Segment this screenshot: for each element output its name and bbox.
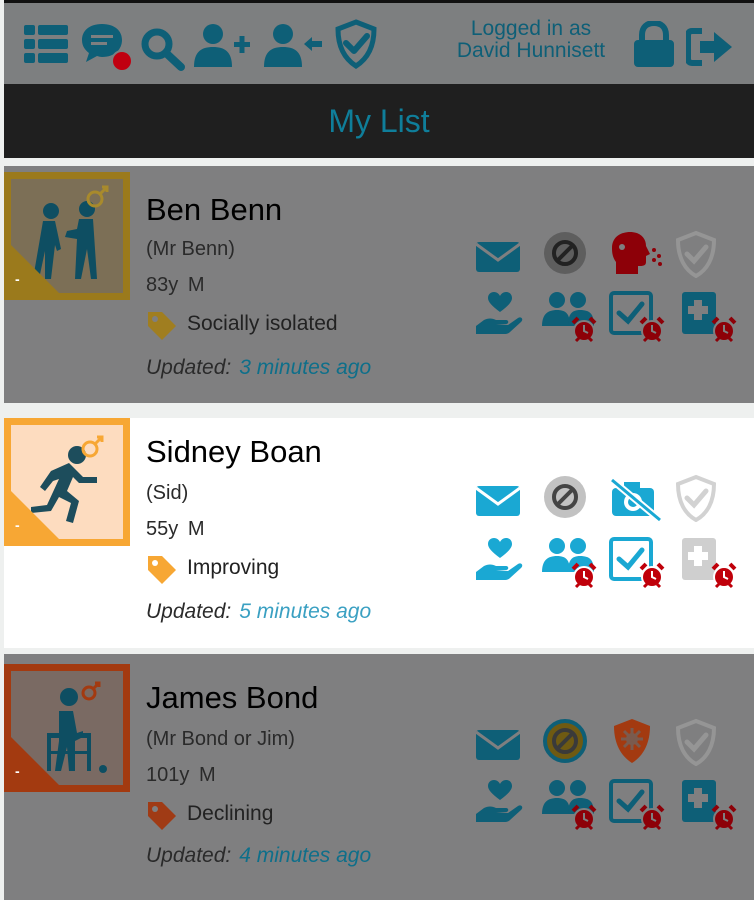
chat-icon[interactable] [80, 21, 136, 80]
patient-nickname: (Sid) [146, 482, 189, 504]
list-icon[interactable] [24, 25, 68, 68]
lock-icon[interactable] [632, 19, 676, 74]
status-label: Declining [187, 802, 274, 825]
updated-label: Updated: [146, 844, 232, 867]
patient-age: 83y [146, 274, 179, 296]
patient-card[interactable]: - Sidney Boan (Sid) 55y M Improving Upda… [4, 418, 754, 648]
patient-card[interactable]: - James Bond (Mr Bond or Jim) 101y M Dec… [4, 654, 754, 900]
message-icon[interactable] [474, 236, 526, 288]
patient-status: Declining [146, 800, 273, 838]
patient-age-sex: 83y M [146, 274, 204, 297]
avatar-minus: - [15, 271, 20, 287]
patient-avatar[interactable]: - [4, 418, 130, 546]
patient-age: 101y [146, 764, 190, 786]
alarm-clock-icon [638, 316, 666, 349]
patient-age-sex: 101y M [146, 764, 216, 787]
alarm-clock-icon [638, 804, 666, 837]
updated-label: Updated: [146, 356, 232, 379]
message-icon[interactable] [474, 480, 526, 532]
shield-check-grey-icon[interactable] [674, 718, 726, 770]
care-icon[interactable] [474, 778, 526, 830]
avatar-minus: - [15, 517, 20, 533]
patient-sex: M [187, 518, 205, 540]
tag-icon [148, 556, 176, 584]
alarm-clock-icon [570, 804, 598, 837]
patient-name[interactable]: Ben Benn [146, 192, 282, 228]
updated-label: Updated: [146, 600, 232, 623]
page-header: My List [4, 84, 754, 158]
notification-dot [111, 50, 133, 72]
infection-shield-icon[interactable] [610, 716, 662, 768]
logged-in-label: Logged in as David Hunnisett [436, 18, 626, 62]
updated-line: Updated: 3 minutes ago [146, 356, 371, 380]
avatar-minus: - [15, 763, 20, 779]
status-label: Socially isolated [187, 312, 338, 335]
tag-icon [148, 802, 176, 830]
no-camera-icon[interactable] [608, 476, 663, 528]
patient-card[interactable]: - Ben Benn (Mr Benn) 83y M Socially isol… [4, 166, 754, 403]
care-icon[interactable] [474, 536, 526, 588]
alarm-clock-icon [710, 804, 738, 837]
do-not-resuscitate-icon[interactable] [542, 718, 594, 770]
updated-line: Updated: 4 minutes ago [146, 844, 371, 868]
search-icon[interactable] [140, 27, 186, 76]
do-not-resuscitate-icon[interactable] [542, 474, 594, 526]
shield-check-icon[interactable] [334, 19, 378, 74]
patient-status: Improving [146, 554, 279, 592]
tag-icon [148, 312, 176, 340]
status-label: Improving [187, 556, 280, 579]
logged-in-user: David Hunnisett [456, 39, 606, 62]
alarm-clock-icon [570, 316, 598, 349]
patient-age-sex: 55y M [146, 518, 204, 541]
message-icon[interactable] [474, 724, 526, 776]
patient-sex: M [198, 764, 216, 786]
patient-status: Socially isolated [146, 310, 338, 348]
patient-name[interactable]: Sidney Boan [146, 434, 322, 470]
patient-avatar[interactable]: - [4, 664, 130, 792]
app-root: { "header": { "login_line1": "Logged in … [0, 0, 754, 900]
patient-avatar[interactable]: - [4, 172, 130, 300]
alarm-clock-icon [570, 562, 598, 595]
updated-line: Updated: 5 minutes ago [146, 600, 371, 624]
shield-check-grey-icon[interactable] [674, 474, 726, 526]
care-icon[interactable] [474, 290, 526, 342]
alarm-clock-icon [710, 562, 738, 595]
alarm-clock-icon [638, 562, 666, 595]
infection-cough-icon[interactable] [608, 230, 662, 282]
do-not-resuscitate-icon[interactable] [542, 230, 594, 282]
alarm-clock-icon [710, 316, 738, 349]
add-user-icon[interactable] [194, 23, 254, 74]
transfer-user-icon[interactable] [264, 23, 324, 74]
updated-time: 3 minutes ago [239, 356, 372, 379]
logout-icon[interactable] [685, 27, 736, 72]
top-toolbar: Logged in as David Hunnisett [4, 0, 754, 84]
patient-age: 55y [146, 518, 179, 540]
page-title: My List [328, 103, 430, 139]
updated-time: 5 minutes ago [239, 600, 372, 623]
logged-in-line1: Logged in as [470, 17, 592, 40]
patient-nickname: (Mr Bond or Jim) [146, 728, 295, 750]
updated-time: 4 minutes ago [239, 844, 372, 867]
patient-sex: M [187, 274, 205, 296]
shield-check-grey-icon[interactable] [674, 230, 726, 282]
patient-name[interactable]: James Bond [146, 680, 318, 716]
patient-nickname: (Mr Benn) [146, 238, 235, 260]
